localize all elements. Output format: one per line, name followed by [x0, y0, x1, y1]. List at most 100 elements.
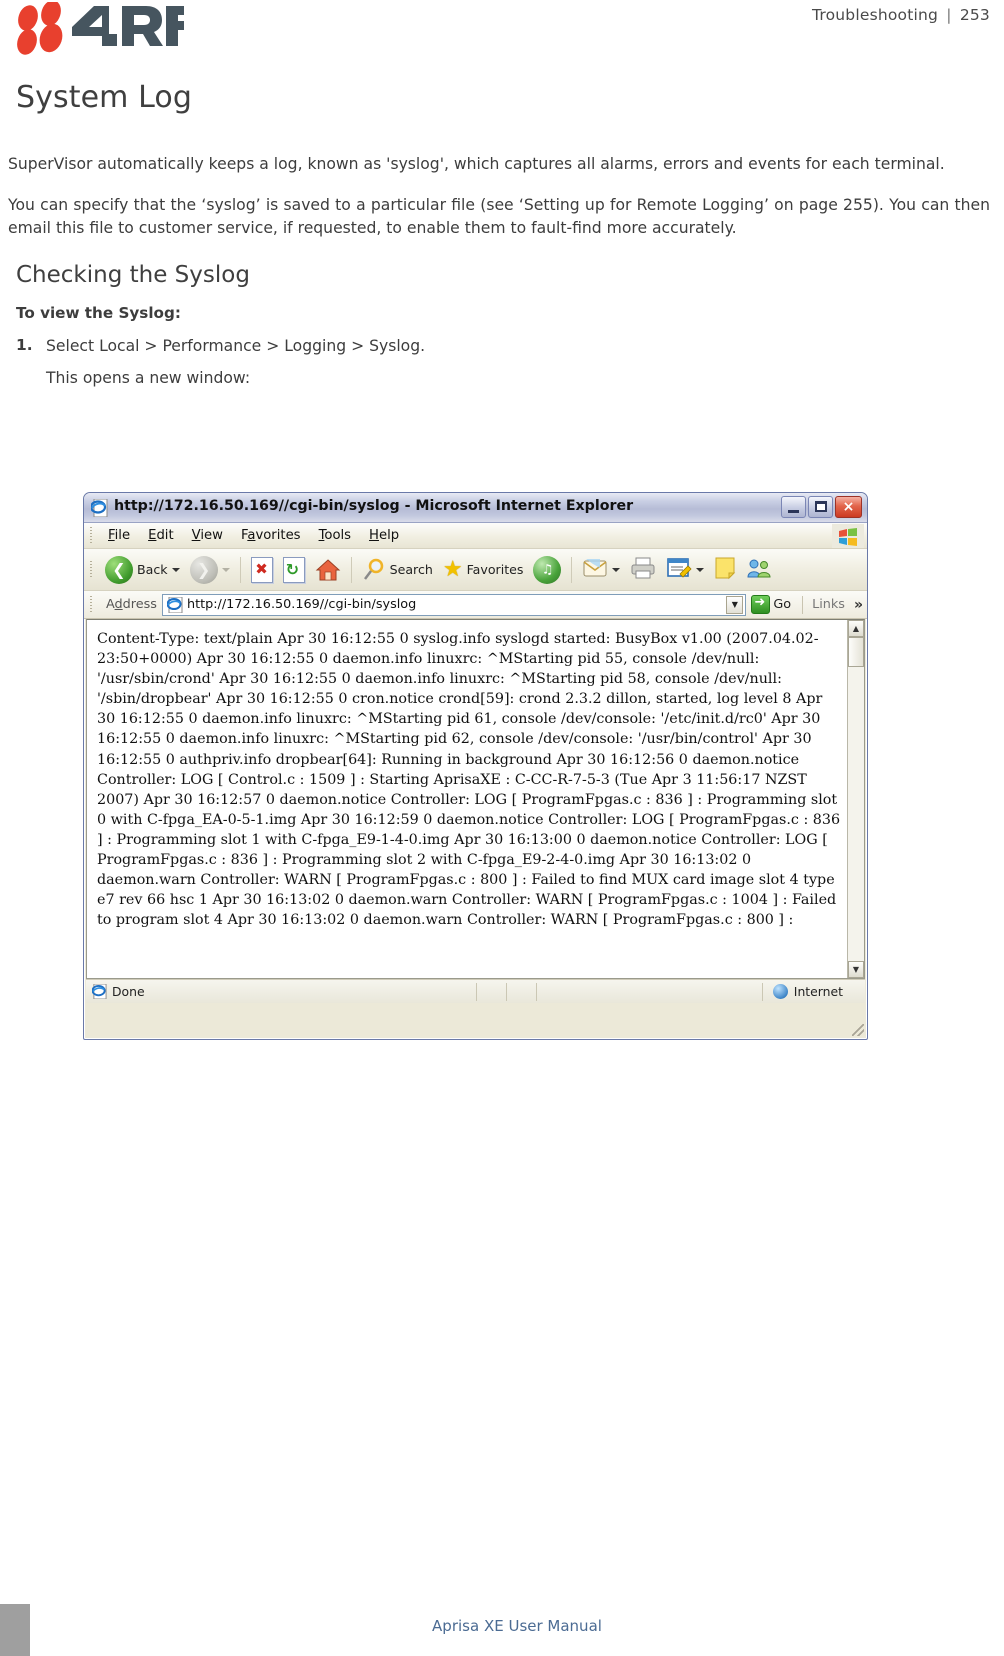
- mail-chevron-down-icon[interactable]: [612, 567, 621, 572]
- refresh-icon: ↻: [282, 556, 305, 583]
- menubar-grip[interactable]: [88, 526, 95, 545]
- media-button[interactable]: ♫: [529, 554, 565, 586]
- address-chevron-down-icon[interactable]: ▼: [726, 595, 744, 614]
- window-resize-grip[interactable]: [852, 1024, 864, 1036]
- internet-explorer-icon: [89, 498, 108, 518]
- go-arrow-icon: [751, 595, 771, 614]
- toolbar-overflow-chevron-icon[interactable]: »: [850, 597, 867, 613]
- home-icon: [315, 558, 341, 582]
- messenger-button[interactable]: [742, 554, 776, 586]
- status-zone: Internet: [761, 982, 865, 1001]
- mail-icon: [582, 557, 608, 583]
- favorites-button[interactable]: ★ Favorites: [439, 557, 528, 583]
- address-input[interactable]: http://172.16.50.169//cgi-bin/syslog ▼: [161, 593, 747, 616]
- status-left: Done: [86, 983, 476, 1000]
- print-button[interactable]: [626, 554, 660, 586]
- procedure-lead: To view the Syslog:: [16, 304, 181, 322]
- toolbar-separator-3: [571, 556, 573, 583]
- go-label: Go: [773, 597, 792, 612]
- links-label[interactable]: Links: [812, 597, 845, 612]
- page-header: Troubleshooting | 253: [0, 0, 1004, 62]
- document-body: System Log SuperVisor automatically keep…: [0, 80, 1004, 387]
- menu-item-edit[interactable]: Edit: [139, 526, 183, 545]
- address-value: http://172.16.50.169//cgi-bin/syslog: [186, 597, 417, 612]
- print-icon: [630, 556, 656, 584]
- toolbar-grip[interactable]: [88, 560, 95, 579]
- window-controls: ×: [781, 496, 862, 518]
- section-name: Troubleshooting: [811, 6, 939, 24]
- go-button[interactable]: Go: [751, 595, 793, 614]
- address-page-icon: [166, 596, 183, 613]
- status-cell-2: [506, 982, 536, 1001]
- syslog-text: Content-Type: text/plain Apr 30 16:12:55…: [97, 631, 845, 929]
- windows-flag-icon: [832, 523, 864, 548]
- footer-title: Aprisa XE User Manual: [432, 1617, 602, 1635]
- stop-button[interactable]: ✖: [247, 555, 277, 585]
- footer-left-accent: [0, 1604, 30, 1656]
- status-text: Done: [112, 984, 145, 999]
- stop-icon: ✖: [250, 556, 273, 583]
- menu-bar: File Edit View Favorites Tools Help: [84, 523, 867, 549]
- menu-item-view[interactable]: View: [183, 526, 232, 545]
- page-title: System Log: [16, 80, 192, 115]
- 4rf-logo: [14, 0, 184, 58]
- close-icon: ×: [842, 499, 855, 515]
- forward-history-chevron-down-icon[interactable]: [221, 567, 230, 572]
- step-followup-text: This opens a new window:: [46, 369, 251, 387]
- menu-item-help[interactable]: Help: [360, 526, 408, 545]
- minimize-button[interactable]: [781, 496, 806, 518]
- back-arrow-icon: ❮: [105, 555, 133, 584]
- edit-page-icon: [666, 556, 693, 584]
- back-label: Back: [137, 562, 168, 577]
- window-title: http://172.16.50.169//cgi-bin/syslog - M…: [114, 498, 634, 514]
- intro-paragraph-2: You can specify that the ‘syslog’ is sav…: [8, 196, 990, 237]
- search-icon: [362, 558, 386, 582]
- page-header-right: Troubleshooting | 253: [812, 6, 990, 24]
- search-button[interactable]: Search: [358, 556, 437, 584]
- step-text: Select Local > Performance > Logging > S…: [46, 337, 426, 355]
- edit-chevron-down-icon[interactable]: [696, 567, 705, 572]
- status-page-icon: [91, 983, 107, 1000]
- menu-item-tools[interactable]: Tools: [310, 526, 360, 545]
- intro-paragraph-1: SuperVisor automatically keeps a log, kn…: [8, 155, 945, 173]
- vertical-scrollbar[interactable]: ▲ ▼: [847, 620, 864, 978]
- browser-content-area: Content-Type: text/plain Apr 30 16:12:55…: [86, 619, 865, 979]
- home-button[interactable]: [311, 556, 345, 584]
- section-heading-checking-syslog: Checking the Syslog: [16, 262, 250, 288]
- forward-arrow-icon: ❯: [189, 555, 218, 584]
- scrollbar-track[interactable]: [848, 637, 864, 961]
- note-icon: [714, 556, 736, 584]
- people-icon: [746, 556, 772, 584]
- status-zone-text: Internet: [793, 984, 843, 999]
- toolbar-separator: [239, 556, 241, 583]
- footer-inner: Aprisa XE User Manual: [30, 1604, 1004, 1656]
- star-icon: ★: [442, 556, 463, 582]
- edit-button[interactable]: [662, 554, 708, 586]
- back-history-chevron-down-icon[interactable]: [171, 567, 180, 572]
- refresh-button[interactable]: ↻: [279, 555, 309, 585]
- media-icon: ♫: [533, 555, 562, 584]
- forward-button[interactable]: ❯: [186, 554, 234, 586]
- status-bar: Done Internet: [86, 979, 865, 1036]
- back-button[interactable]: ❮ Back: [101, 554, 184, 586]
- notes-button[interactable]: [710, 554, 740, 586]
- window-titlebar: http://172.16.50.169//cgi-bin/syslog - M…: [84, 493, 867, 523]
- menu-item-file[interactable]: File: [99, 526, 139, 545]
- close-button[interactable]: ×: [835, 496, 862, 518]
- step-number: 1.: [16, 336, 33, 354]
- globe-icon: [772, 984, 788, 999]
- menu-item-favorites[interactable]: Favorites: [232, 526, 310, 545]
- page-number: 253: [959, 6, 990, 24]
- maximize-button[interactable]: [808, 496, 833, 518]
- procedure-step-1: 1. Select Local > Performance > Logging …: [16, 336, 990, 355]
- address-label: Address: [106, 597, 157, 612]
- scroll-up-button[interactable]: ▲: [848, 620, 864, 637]
- header-separator: |: [946, 6, 952, 24]
- addressbar-grip[interactable]: [88, 595, 95, 614]
- mail-button[interactable]: [578, 555, 624, 585]
- scroll-down-button[interactable]: ▼: [848, 961, 864, 978]
- page-footer: Aprisa XE User Manual: [0, 1604, 1004, 1656]
- status-cell-1: [476, 982, 506, 1001]
- links-separator: [802, 595, 804, 614]
- scrollbar-thumb[interactable]: [848, 637, 864, 667]
